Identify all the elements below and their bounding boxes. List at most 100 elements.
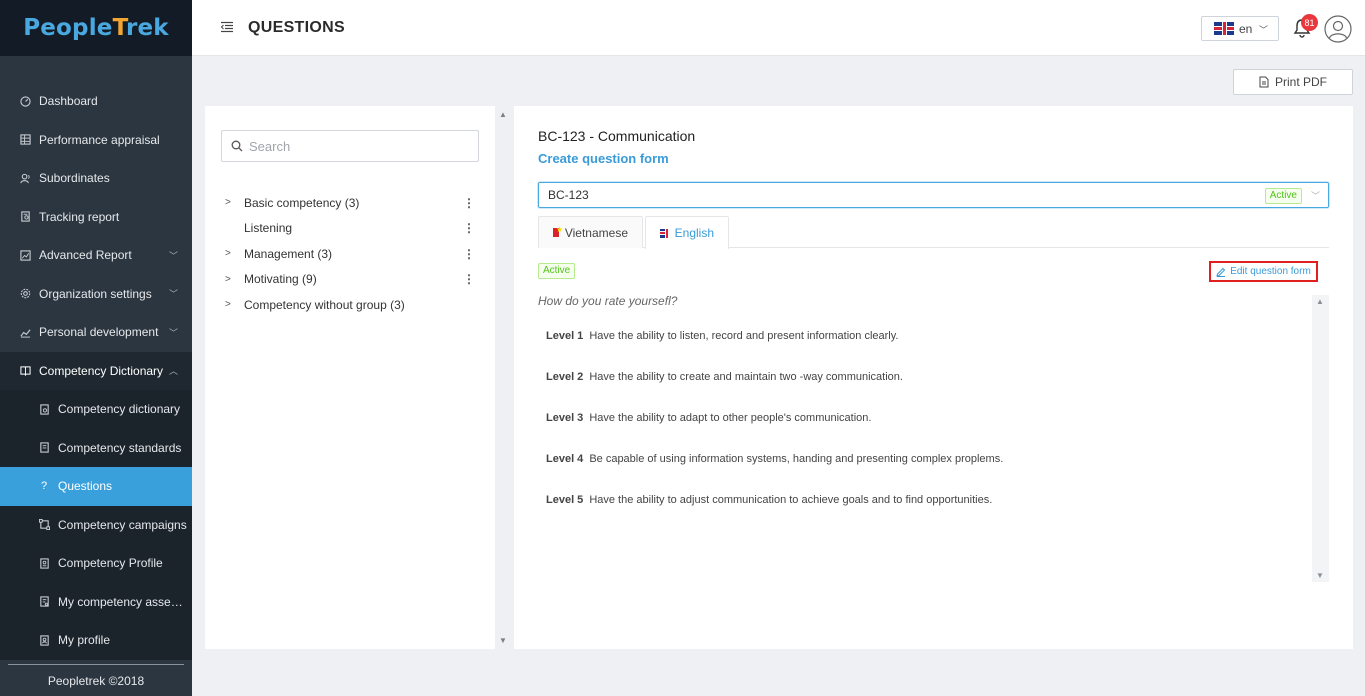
left-panel-scrollbar[interactable]: ▲ ▼ bbox=[497, 106, 510, 649]
menu-toggle-icon[interactable] bbox=[220, 20, 234, 34]
levels-scrollbar[interactable]: ▲ ▼ bbox=[1312, 295, 1329, 582]
level-row: Level 5 Have the ability to adjust commu… bbox=[546, 494, 1306, 535]
level-row: Level 1 Have the ability to listen, reco… bbox=[546, 330, 1306, 371]
status-badge: Active bbox=[1264, 188, 1302, 204]
sidebar-item-subordinates[interactable]: Subordinates bbox=[0, 159, 192, 198]
logo[interactable]: PeopleTrek bbox=[23, 15, 169, 41]
chevron-down-icon: ﹀ bbox=[168, 327, 178, 338]
sidebar-nav: Dashboard Performance appraisal Subordin… bbox=[0, 82, 192, 660]
logo-cross: T bbox=[112, 15, 126, 41]
sidebar-subitem-competency-standards[interactable]: Competency standards bbox=[0, 429, 192, 468]
users-icon bbox=[19, 172, 31, 184]
tree-item-label: Competency without group (3) bbox=[244, 297, 405, 312]
sidebar-item-label: Organization settings bbox=[39, 286, 152, 301]
notification-badge: 81 bbox=[1301, 14, 1318, 31]
sidebar-item-advanced-report[interactable]: Advanced Report ﹀ bbox=[0, 236, 192, 275]
tab-vietnamese[interactable]: Vietnamese bbox=[538, 216, 643, 248]
search-icon bbox=[231, 140, 243, 152]
sidebar-item-organization-settings[interactable]: Organization settings ﹀ bbox=[0, 275, 192, 314]
search-input[interactable] bbox=[249, 138, 449, 154]
level-label: Level 4 bbox=[546, 453, 584, 465]
tree-item-basic-competency[interactable]: > Basic competency (3) ⋮ bbox=[225, 190, 480, 216]
edit-question-form-label: Edit question form bbox=[1230, 266, 1311, 277]
sidebar-item-tracking-report[interactable]: Tracking report bbox=[0, 198, 192, 237]
chevron-down-icon: ﹀ bbox=[1310, 191, 1320, 201]
logo-bar: PeopleTrek bbox=[0, 0, 192, 56]
create-question-form-link[interactable]: Create question form bbox=[538, 151, 669, 166]
logo-text-end: rek bbox=[125, 15, 169, 41]
sidebar-subitem-competency-profile[interactable]: Competency Profile bbox=[0, 544, 192, 583]
sidebar-item-label: Tracking report bbox=[39, 209, 120, 224]
level-description: Be capable of using information systems,… bbox=[589, 453, 1004, 465]
sidebar-submenu: Competency dictionary Competency standar… bbox=[0, 390, 192, 660]
document-search-icon bbox=[38, 403, 50, 415]
sidebar-item-label: Competency dictionary bbox=[58, 402, 181, 417]
sidebar-item-competency-dictionary[interactable]: Competency Dictionary ︿ bbox=[0, 351, 192, 390]
sidebar-item-label: Competency Dictionary bbox=[39, 363, 164, 378]
level-description: Have the ability to listen, record and p… bbox=[589, 330, 899, 342]
user-document-icon bbox=[38, 634, 50, 646]
form-status-badge: Active bbox=[538, 263, 576, 279]
sidebar-item-dashboard[interactable]: Dashboard bbox=[0, 82, 192, 121]
level-description: Have the ability to adapt to other peopl… bbox=[589, 412, 872, 424]
edit-question-form-button[interactable]: Edit question form bbox=[1209, 261, 1318, 282]
scroll-down-icon[interactable]: ▼ bbox=[1316, 571, 1324, 580]
chevron-right-icon[interactable]: > bbox=[225, 299, 244, 310]
competency-tree-panel: > Basic competency (3) ⋮ Listening ⋮ > M… bbox=[205, 106, 495, 649]
more-options-icon[interactable]: ⋮ bbox=[463, 272, 475, 286]
tree-item-listening[interactable]: Listening ⋮ bbox=[225, 216, 480, 242]
vietnam-flag-icon bbox=[553, 225, 563, 237]
scroll-down-icon[interactable]: ▼ bbox=[499, 636, 507, 645]
profile-document-icon bbox=[38, 557, 50, 569]
sidebar-item-label: Questions bbox=[58, 479, 113, 494]
chevron-right-icon[interactable]: > bbox=[225, 197, 244, 208]
search-box[interactable] bbox=[221, 130, 479, 162]
avatar[interactable] bbox=[1324, 15, 1352, 43]
scroll-up-icon[interactable]: ▲ bbox=[499, 110, 507, 119]
tree-item-management[interactable]: > Management (3) ⋮ bbox=[225, 241, 480, 267]
level-row: Level 3 Have the ability to adapt to oth… bbox=[546, 412, 1306, 453]
sidebar-item-label: Performance appraisal bbox=[39, 132, 160, 147]
line-chart-icon bbox=[19, 326, 31, 338]
level-label: Level 3 bbox=[546, 412, 584, 424]
question-form-select[interactable]: BC-123 Active ﹀ bbox=[538, 182, 1329, 208]
tree-item-label: Motivating (9) bbox=[244, 272, 317, 287]
tree-item-competency-without-group[interactable]: > Competency without group (3) bbox=[225, 292, 480, 318]
logo-text-start: People bbox=[23, 15, 113, 41]
sidebar-item-label: Advanced Report bbox=[39, 248, 132, 263]
tab-label: Vietnamese bbox=[564, 225, 628, 240]
print-pdf-button[interactable]: Print PDF bbox=[1233, 69, 1353, 95]
level-label: Level 1 bbox=[546, 330, 584, 342]
sidebar-subitem-competency-campaigns[interactable]: Competency campaigns bbox=[0, 506, 192, 545]
tree-item-label: Management (3) bbox=[244, 246, 333, 261]
sidebar-subitem-competency-dictionary[interactable]: Competency dictionary bbox=[0, 390, 192, 429]
sidebar-subitem-my-profile[interactable]: My profile bbox=[0, 621, 192, 660]
sidebar-item-personal-development[interactable]: Personal development ﹀ bbox=[0, 313, 192, 352]
sidebar-item-label: Subordinates bbox=[39, 171, 110, 186]
campaign-icon bbox=[38, 519, 50, 531]
top-header: QUESTIONS en ﹀ 81 bbox=[192, 0, 1365, 56]
sidebar-item-performance-appraisal[interactable]: Performance appraisal bbox=[0, 121, 192, 160]
tree-item-motivating[interactable]: > Motivating (9) ⋮ bbox=[225, 267, 480, 293]
more-options-icon[interactable]: ⋮ bbox=[463, 196, 475, 210]
language-select[interactable]: en ﹀ bbox=[1201, 16, 1279, 41]
tree-item-label: Listening bbox=[244, 221, 293, 236]
more-options-icon[interactable]: ⋮ bbox=[463, 247, 475, 261]
table-icon bbox=[19, 134, 31, 146]
tab-english[interactable]: English bbox=[645, 216, 729, 249]
level-label: Level 2 bbox=[546, 371, 584, 383]
book-icon bbox=[19, 365, 31, 377]
question-icon: ? bbox=[40, 480, 48, 493]
scroll-up-icon[interactable]: ▲ bbox=[1316, 297, 1324, 306]
chevron-right-icon[interactable]: > bbox=[225, 248, 244, 259]
more-options-icon[interactable]: ⋮ bbox=[463, 221, 475, 235]
chevron-right-icon[interactable]: > bbox=[225, 274, 244, 285]
uk-flag-icon bbox=[1214, 22, 1234, 35]
level-label: Level 5 bbox=[546, 494, 584, 506]
question-form-panel: BC-123 - Communication Create question f… bbox=[514, 106, 1353, 649]
sidebar-subitem-my-competency-assessment[interactable]: My competency asse… bbox=[0, 583, 192, 622]
sidebar-item-label: Competency Profile bbox=[58, 556, 163, 571]
levels-container: Level 1 Have the ability to listen, reco… bbox=[538, 294, 1329, 582]
sidebar-subitem-questions[interactable]: ? Questions bbox=[0, 467, 192, 506]
chevron-down-icon: ﹀ bbox=[1258, 25, 1268, 35]
